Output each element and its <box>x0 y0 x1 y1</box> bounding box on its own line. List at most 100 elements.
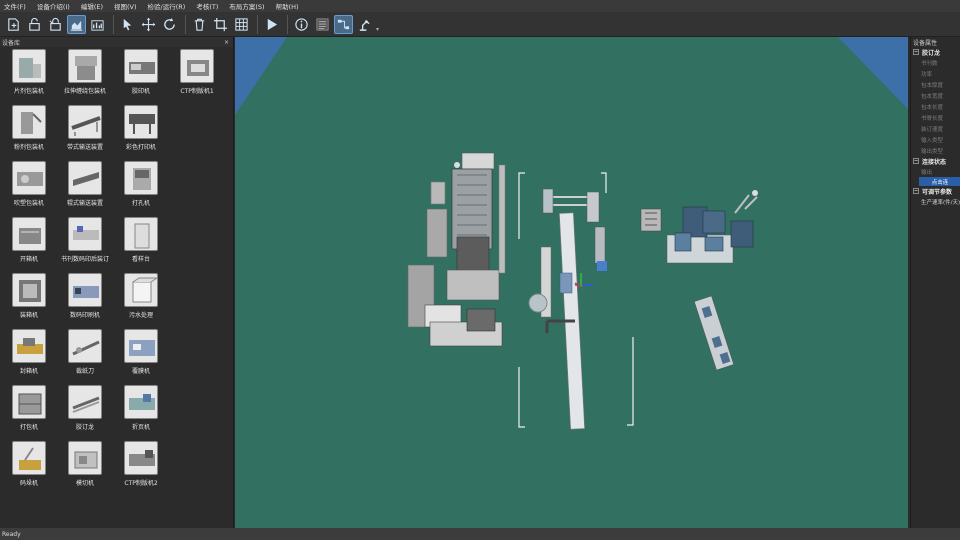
equipment-label: 装箱机 <box>19 312 38 319</box>
factory-layout-scene[interactable] <box>235 37 908 528</box>
report-button[interactable] <box>313 15 332 34</box>
equipment-item[interactable]: 污水处理 <box>112 273 170 329</box>
property-section-title: 胶订龙 <box>922 49 941 57</box>
rotate-tool-button[interactable] <box>160 15 179 34</box>
menu-run[interactable]: 检验/运行(R) <box>148 1 186 11</box>
property-row: 书脊长度 <box>921 115 944 122</box>
equipment-label: 裁纸刀 <box>75 368 94 375</box>
equipment-thumbnail <box>12 49 46 83</box>
equipment-item[interactable]: 胶订龙 <box>56 385 114 441</box>
toolbar-separator <box>257 14 258 34</box>
menu-layout[interactable]: 布局方案(S) <box>229 1 264 11</box>
property-section-header[interactable]: − 可调节参数 <box>911 186 960 196</box>
select-tool-button[interactable] <box>118 15 137 34</box>
equipment-label: 码垛机 <box>19 480 38 487</box>
equipment-item[interactable]: 拉伸缠绕包装机 <box>56 49 114 105</box>
offset-press-line[interactable] <box>407 152 506 347</box>
robot-arm-icon <box>359 19 370 31</box>
equipment-label: 粉剂包装机 <box>13 144 44 151</box>
toolbar-overflow-icon[interactable]: ▾ <box>376 26 379 33</box>
packaging-machines-cluster[interactable] <box>640 190 758 264</box>
move-arrows-icon <box>141 17 156 31</box>
equipment-item[interactable]: 打包机 <box>0 385 58 441</box>
collapse-toggle-icon[interactable]: − <box>913 49 919 55</box>
equipment-item[interactable]: 片剂包装机 <box>0 49 58 105</box>
equipment-item[interactable]: 码垛机 <box>0 441 58 497</box>
app-window: 文件(F) 设备介绍(I) 编辑(E) 视图(V) 检验/运行(R) 考核(T)… <box>0 0 960 540</box>
equipment-item[interactable]: 胶印机 <box>112 49 170 105</box>
bar-chart-button[interactable] <box>88 15 107 34</box>
equipment-label: CTP制版机2 <box>124 480 158 487</box>
info-button[interactable] <box>292 15 311 34</box>
bar-chart-icon <box>91 19 104 31</box>
equipment-thumbnail <box>68 273 102 307</box>
equipment-item[interactable]: 开箱机 <box>0 217 58 273</box>
save-file-button[interactable] <box>46 15 65 34</box>
equipment-item[interactable]: 模切机 <box>56 441 114 497</box>
equipment-thumbnail <box>12 329 46 363</box>
equipment-thumbnail <box>12 273 46 307</box>
equipment-label: 看样台 <box>131 256 150 263</box>
equipment-item[interactable]: 封箱机 <box>0 329 58 385</box>
flow-layout-icon <box>337 19 350 29</box>
menu-device-intro[interactable]: 设备介绍(I) <box>37 1 70 11</box>
equipment-item[interactable]: 粉剂包装机 <box>0 105 58 161</box>
property-section-header[interactable]: − 胶订龙 <box>911 47 960 57</box>
menu-view[interactable]: 视图(V) <box>114 1 137 11</box>
equipment-item[interactable]: 装箱机 <box>0 273 58 329</box>
property-section-header[interactable]: − 连接状态 <box>911 156 960 166</box>
sky-left-corner <box>235 37 287 115</box>
connect-button[interactable]: 点击连 <box>919 177 960 186</box>
menu-help[interactable]: 帮助(H) <box>276 1 299 11</box>
menu-edit[interactable]: 编辑(E) <box>81 1 103 11</box>
close-icon[interactable]: × <box>224 39 229 46</box>
layout-flow-button[interactable] <box>334 14 353 34</box>
property-row: 包本厚度 <box>921 82 944 89</box>
open-file-button[interactable] <box>25 15 44 34</box>
equipment-item[interactable]: 看样台 <box>112 217 170 273</box>
equipment-item[interactable]: 折页机 <box>112 385 170 441</box>
play-button[interactable] <box>262 15 281 34</box>
move-tool-button[interactable] <box>139 15 158 34</box>
equipment-item[interactable]: CTP制版机1 <box>168 49 226 105</box>
equipment-label: 覆膜机 <box>131 368 150 375</box>
equipment-item[interactable]: 打孔机 <box>112 161 170 217</box>
properties-title: 设备属性 <box>913 39 938 47</box>
equipment-item[interactable]: 带式输送装置 <box>56 105 114 161</box>
equipment-library-header: 设备库 × <box>0 37 233 47</box>
equipment-item[interactable]: 辊式输送装置 <box>56 161 114 217</box>
die-cutting-machine[interactable] <box>694 295 734 371</box>
equipment-label: 开箱机 <box>19 256 38 263</box>
unlock-icon <box>49 17 61 31</box>
property-row: 装订速度 <box>921 126 944 133</box>
equipment-item[interactable]: 裁纸刀 <box>56 329 114 385</box>
report-list-icon <box>316 18 329 30</box>
equipment-item[interactable]: 书刊数码印后装订 <box>56 217 114 273</box>
collapse-toggle-icon[interactable]: − <box>913 158 919 164</box>
equipment-thumbnail <box>68 161 102 195</box>
equipment-item[interactable]: 数码印刷机 <box>56 273 114 329</box>
binding-conveyor-line[interactable] <box>518 172 634 430</box>
menu-exam[interactable]: 考核(T) <box>196 1 218 11</box>
crop-button[interactable] <box>211 15 230 34</box>
grid-button[interactable] <box>232 15 251 34</box>
new-file-button[interactable] <box>4 15 23 34</box>
equipment-item[interactable]: CTP制版机2 <box>112 441 170 497</box>
equipment-thumbnail <box>124 273 158 307</box>
robot-arm-button[interactable] <box>355 15 374 34</box>
3d-scene-viewport[interactable] <box>235 37 908 528</box>
property-row: 包本长度 <box>921 104 944 111</box>
menu-file[interactable]: 文件(F) <box>4 1 26 11</box>
area-chart-button[interactable] <box>67 14 86 34</box>
cursor-arrow-icon <box>123 18 132 30</box>
equipment-item[interactable]: 覆膜机 <box>112 329 170 385</box>
property-row: 生产速率(件/天) <box>921 199 960 206</box>
equipment-item[interactable]: 吹塑包装机 <box>0 161 58 217</box>
sky-right-corner <box>838 37 908 109</box>
equipment-thumbnail <box>12 105 46 139</box>
delete-button[interactable] <box>190 15 209 34</box>
collapse-toggle-icon[interactable]: − <box>913 188 919 194</box>
menu-bar: 文件(F) 设备介绍(I) 编辑(E) 视图(V) 检验/运行(R) 考核(T)… <box>0 0 960 12</box>
equipment-item[interactable]: 彩色打印机 <box>112 105 170 161</box>
property-section-title: 连接状态 <box>922 158 947 166</box>
